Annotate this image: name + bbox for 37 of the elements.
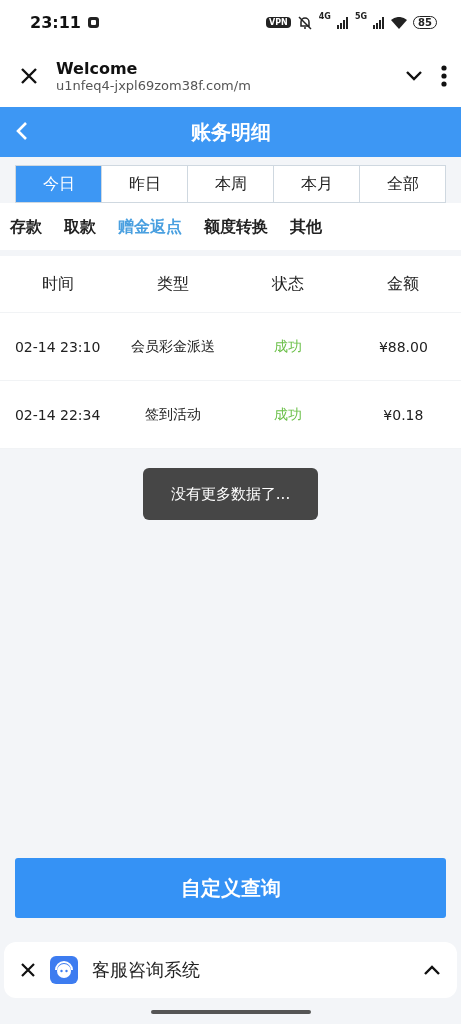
sheet-title: 客服咨询系统 <box>92 958 201 982</box>
page-title: Welcome <box>56 59 139 78</box>
wifi-icon <box>391 16 408 29</box>
muted-bell-icon <box>296 15 313 30</box>
notification-icon <box>86 16 100 29</box>
chevron-up-icon[interactable] <box>423 964 441 976</box>
column-header: 金额 <box>386 273 421 295</box>
column-header: 时间 <box>40 273 75 295</box>
column-header: 状态 <box>271 273 306 295</box>
back-icon[interactable] <box>16 121 28 141</box>
table-cell-text: ¥88.00 <box>377 338 429 355</box>
close-icon[interactable] <box>20 962 36 978</box>
category-tab[interactable]: 其他 <box>280 217 328 238</box>
network-label: 4G <box>318 12 331 21</box>
support-agent-icon <box>50 956 78 984</box>
category-tab[interactable]: 存款 <box>0 217 48 238</box>
more-menu-icon[interactable] <box>441 65 447 87</box>
chevron-down-icon[interactable] <box>405 70 423 82</box>
signal-icon <box>373 16 386 29</box>
status-cell-text: 成功 <box>273 405 304 424</box>
signal-icon <box>336 16 349 29</box>
table-cell-text: 02-14 22:34 <box>13 406 102 423</box>
table-cell-text: 02-14 23:10 <box>13 338 102 355</box>
vpn-badge: VPN <box>266 17 291 28</box>
category-tab[interactable]: 额度转换 <box>194 217 274 238</box>
clock-time: 23:11 <box>30 13 81 32</box>
table-cell-text: 签到活动 <box>143 405 202 424</box>
header-title: 账务明细 <box>190 118 271 146</box>
toast-message: 没有更多数据了... <box>142 468 319 520</box>
table-cell-text: ¥0.18 <box>382 406 425 423</box>
page-url: u1nfeq4-jxpl69zom38f.com/m <box>56 78 252 93</box>
column-header: 类型 <box>155 273 190 295</box>
status-cell-text: 成功 <box>273 337 304 356</box>
category-tab[interactable]: 取款 <box>54 217 102 238</box>
network-label: 5G <box>354 12 368 21</box>
close-icon[interactable] <box>20 67 38 85</box>
table-cell-text: 会员彩金派送 <box>129 337 216 356</box>
